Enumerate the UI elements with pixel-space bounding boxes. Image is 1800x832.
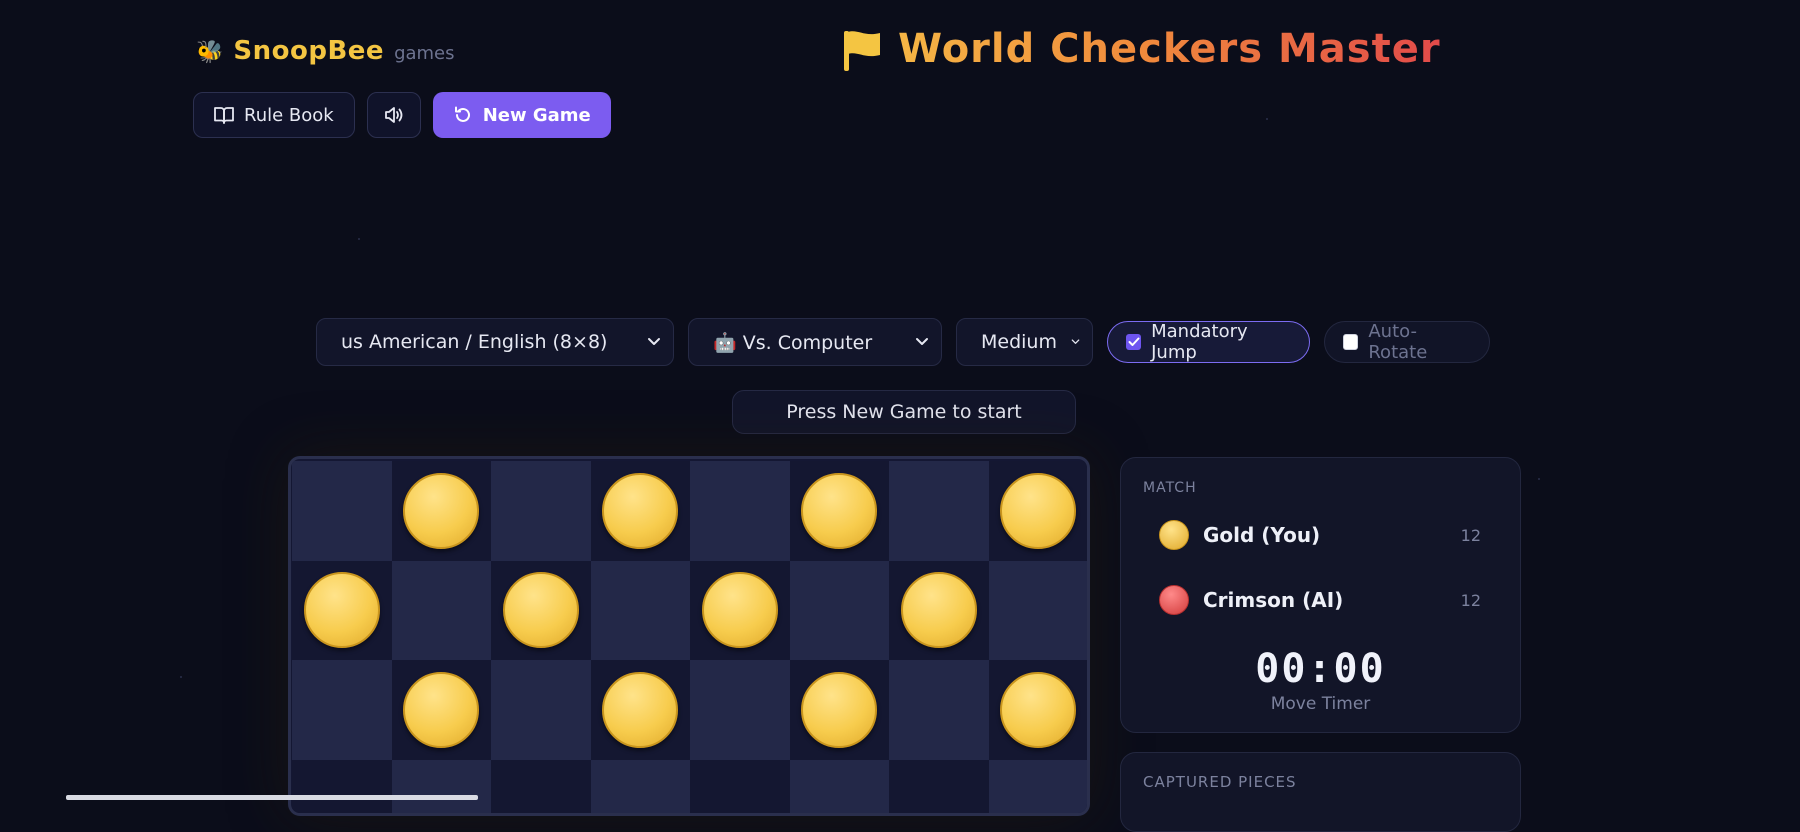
difficulty-value: Medium [981, 331, 1057, 353]
piece-count: 12 [1460, 525, 1481, 545]
board-square[interactable] [292, 759, 392, 813]
gold-checker-piece[interactable] [801, 472, 878, 549]
player-name: Gold (You) [1203, 523, 1321, 547]
board-square[interactable] [391, 560, 491, 660]
new-game-label: New Game [482, 104, 591, 126]
chevron-down-icon [916, 338, 928, 345]
restart-icon [454, 106, 470, 122]
match-label: MATCH [1143, 480, 1197, 496]
bee-icon: 🐝 [196, 40, 224, 65]
brand-name: SnoopBee [233, 36, 385, 66]
auto-rotate-checkbox[interactable] [1343, 334, 1359, 350]
gold-checker-piece[interactable] [801, 671, 878, 748]
board-square[interactable] [690, 461, 790, 561]
new-game-button[interactable]: New Game [432, 92, 611, 138]
gold-checker-piece[interactable] [900, 572, 977, 649]
auto-rotate-label: Auto-Rotate [1368, 321, 1428, 363]
captured-label: CAPTURED PIECES [1143, 773, 1297, 791]
background-speck [1266, 118, 1268, 120]
board-square[interactable] [690, 759, 790, 813]
chevron-down-icon [1071, 339, 1080, 344]
gold-checker-piece[interactable] [403, 671, 480, 748]
board-square[interactable] [889, 461, 989, 561]
speaker-icon [384, 107, 403, 123]
board-square[interactable] [889, 759, 989, 813]
page-title: World Checkers Master [842, 26, 1441, 72]
board-square[interactable] [491, 660, 591, 760]
book-icon [214, 107, 234, 124]
difficulty-select[interactable]: Medium [956, 318, 1093, 366]
gold-checker-piece[interactable] [701, 572, 778, 649]
rule-book-button[interactable]: Rule Book [193, 92, 355, 138]
player-name: Crimson (AI) [1203, 588, 1344, 612]
board-square[interactable] [988, 560, 1087, 660]
gold-checker-piece[interactable] [303, 572, 380, 649]
mandatory-jump-checkbox[interactable] [1126, 334, 1142, 350]
opponent-value: Vs. Computer [742, 331, 873, 354]
toolbar: Rule Book New Game [193, 92, 611, 138]
match-panel: MATCH Gold (You) 12 Crimson (AI) 12 00:0… [1120, 457, 1521, 733]
board-square[interactable] [292, 461, 392, 561]
player-gold: Gold (You) 12 [1159, 520, 1481, 550]
robot-icon: 🤖 [713, 331, 737, 354]
background-speck [1538, 478, 1540, 480]
board-square[interactable] [789, 759, 889, 813]
player-crimson: Crimson (AI) 12 [1159, 585, 1481, 615]
board-square[interactable] [491, 759, 591, 813]
crimson-piece-icon [1159, 585, 1189, 615]
background-speck [180, 676, 182, 678]
board-square[interactable] [789, 560, 889, 660]
auto-rotate-toggle[interactable]: Auto-Rotate [1324, 321, 1490, 363]
title-text: World Checkers Master [898, 26, 1441, 72]
board-square[interactable] [491, 461, 591, 561]
piece-count: 12 [1460, 590, 1481, 610]
status-message: Press New Game to start [732, 390, 1076, 434]
variant-select[interactable]: us American / English (8×8) [316, 318, 674, 366]
gold-checker-piece[interactable] [1000, 671, 1077, 748]
board-square[interactable] [391, 759, 491, 813]
checkers-board[interactable] [288, 456, 1090, 816]
sound-toggle-button[interactable] [366, 92, 421, 138]
flag-icon [844, 31, 880, 71]
opponent-select[interactable]: 🤖 Vs. Computer [688, 318, 942, 366]
horizontal-scrollbar[interactable] [66, 795, 478, 800]
board-square[interactable] [590, 560, 690, 660]
gold-piece-icon [1159, 520, 1189, 550]
gold-checker-piece[interactable] [1000, 472, 1077, 549]
captured-panel: CAPTURED PIECES [1120, 752, 1521, 832]
move-timer: 00:00 [1255, 646, 1386, 692]
move-timer-label: Move Timer [1270, 694, 1371, 714]
board-square[interactable] [292, 660, 392, 760]
mandatory-jump-label: Mandatory Jump [1151, 321, 1248, 363]
mandatory-jump-toggle[interactable]: Mandatory Jump [1107, 321, 1310, 363]
chevron-down-icon [648, 338, 660, 345]
background-speck [358, 238, 360, 240]
opponent-value-group: 🤖 Vs. Computer [713, 331, 872, 354]
board-square[interactable] [590, 759, 690, 813]
brand-logo[interactable]: 🐝 SnoopBee games [196, 36, 455, 66]
game-settings: us American / English (8×8) 🤖 Vs. Comput… [316, 318, 1490, 366]
rule-book-label: Rule Book [244, 104, 334, 126]
brand-sub: games [394, 43, 455, 64]
gold-checker-piece[interactable] [502, 572, 579, 649]
board-square[interactable] [988, 759, 1087, 813]
gold-checker-piece[interactable] [602, 472, 679, 549]
gold-checker-piece[interactable] [403, 472, 480, 549]
checkmark-icon [1128, 337, 1140, 346]
board-square[interactable] [690, 660, 790, 760]
board-square[interactable] [889, 660, 989, 760]
gold-checker-piece[interactable] [602, 671, 679, 748]
variant-value: us American / English (8×8) [341, 331, 608, 353]
